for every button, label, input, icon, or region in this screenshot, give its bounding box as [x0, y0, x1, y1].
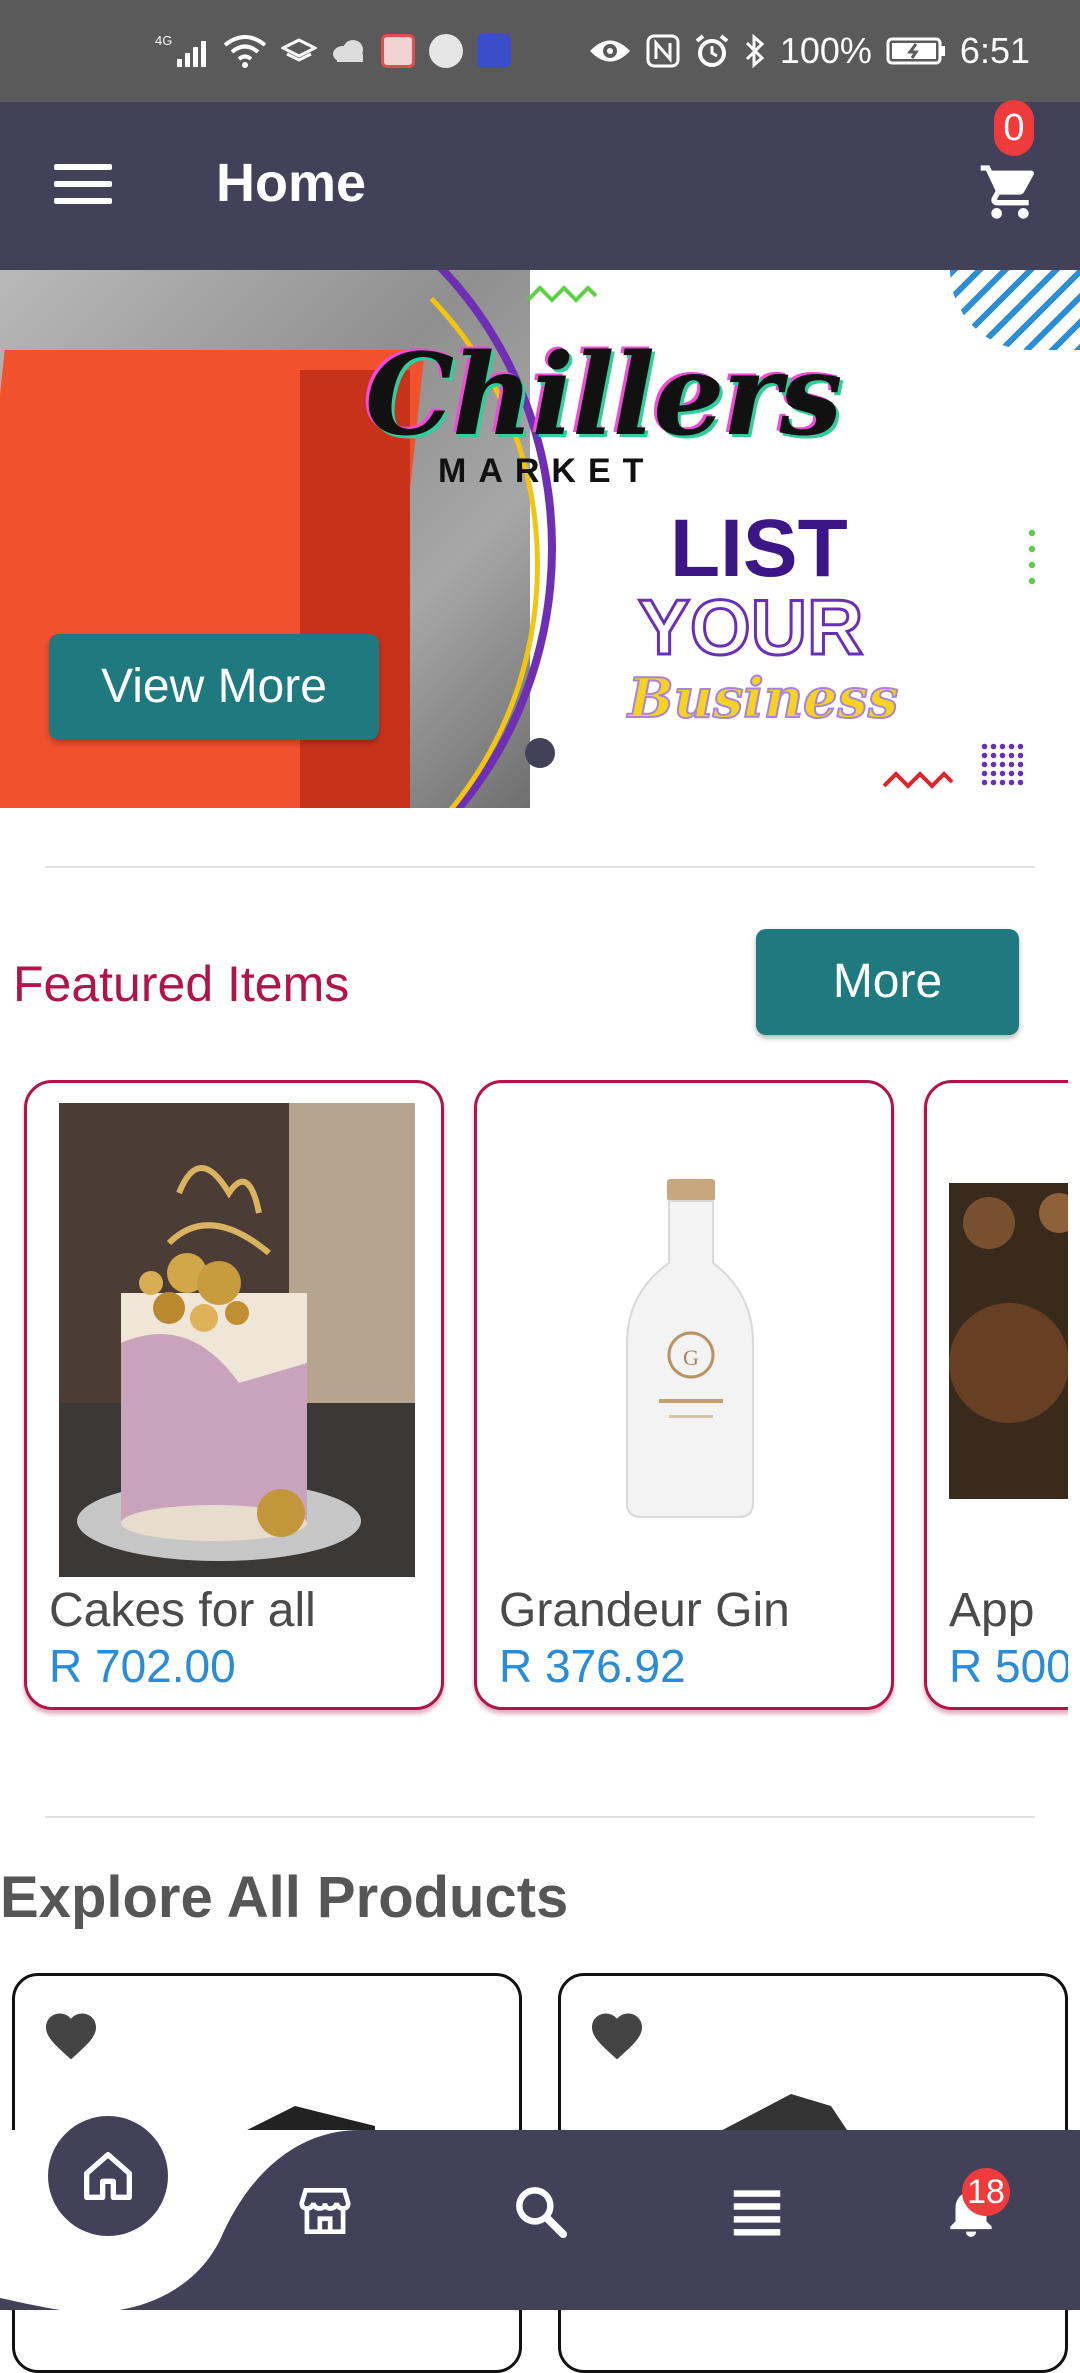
item-price: R 500 [949, 1640, 1068, 1692]
cart-count-badge: 0 [994, 100, 1034, 156]
eye-icon [588, 31, 632, 71]
store-icon [299, 2188, 351, 2234]
nav-search-button[interactable] [505, 2176, 575, 2246]
featured-card[interactable]: App R 500 [924, 1080, 1068, 1710]
menu-icon[interactable] [54, 164, 112, 210]
featured-carousel[interactable]: Cakes for all R 702.00 G Grandeur Gin R … [0, 1078, 1068, 1718]
explore-title: Explore All Products [0, 1865, 569, 1930]
promo-banner[interactable]: Chillers MARKET LIST YOUR Business View … [0, 270, 1080, 808]
item-name: Grandeur Gin [499, 1584, 790, 1637]
network-type-label: 4G [155, 33, 172, 48]
item-name: Cakes for all [49, 1584, 316, 1637]
cart-icon[interactable] [978, 160, 1042, 224]
more-button[interactable]: More [756, 929, 1019, 1035]
banner-line3: Business [627, 665, 899, 731]
app-notification-icon [381, 31, 415, 71]
featured-title: Featured Items [13, 956, 350, 1012]
app-item-image [949, 1183, 1068, 1499]
ball-app-icon [429, 31, 463, 71]
banner-deco-lines [950, 270, 1080, 350]
banner-deco-zigzag-top [526, 285, 598, 303]
item-price: R 376.92 [499, 1640, 686, 1692]
nav-home-button[interactable] [48, 2116, 168, 2236]
featured-card[interactable]: G Grandeur Gin R 376.92 [474, 1080, 894, 1710]
clock: 6:51 [959, 30, 1030, 71]
hotspot-icon [281, 31, 317, 71]
banner-logo: Chillers [365, 330, 843, 461]
banner-line2: YOUR [636, 582, 864, 673]
nav-list-button[interactable] [722, 2176, 792, 2246]
product-image [711, 2094, 851, 2136]
nav-store-button[interactable] [290, 2176, 360, 2246]
status-bar: 4G 100% 6:51 [0, 0, 1080, 102]
alarm-icon [694, 31, 730, 71]
divider [45, 866, 1035, 868]
cloud-icon [331, 31, 367, 71]
svg-text:G: G [683, 1345, 699, 1370]
favorite-heart-icon[interactable] [585, 2006, 649, 2066]
battery-percent: 100% [779, 30, 872, 71]
list-icon [733, 2190, 781, 2236]
carousel-indicator[interactable] [525, 738, 555, 768]
favorite-heart-icon[interactable] [39, 2006, 103, 2066]
item-name: App [949, 1584, 1035, 1637]
cake-image [59, 1103, 415, 1577]
status-left: 4G [155, 31, 511, 71]
wifi-icon [223, 31, 267, 71]
view-more-button[interactable]: View More [49, 634, 379, 740]
nfc-icon [646, 31, 680, 71]
page-title: Home [216, 153, 367, 213]
status-right: 100% 6:51 [588, 30, 1030, 72]
banner-deco-dots [980, 742, 1026, 788]
bluetooth-icon [744, 31, 766, 71]
gin-bottle-image: G [509, 1103, 865, 1577]
home-icon [84, 2152, 132, 2200]
featured-card[interactable]: Cakes for all R 702.00 [24, 1080, 444, 1710]
signal-icon: 4G [155, 31, 209, 71]
blue-app-icon [477, 31, 511, 71]
item-price: R 702.00 [49, 1640, 236, 1692]
app-header: Home [0, 102, 1080, 270]
banner-deco-vertical-dots [1028, 525, 1036, 585]
battery-icon [886, 31, 946, 71]
banner-logo-sub: MARKET [438, 452, 656, 490]
notification-count-badge: 18 [962, 2168, 1010, 2216]
divider [45, 1816, 1035, 1818]
banner-deco-zigzag-bottom [882, 771, 954, 789]
search-icon [516, 2187, 568, 2239]
